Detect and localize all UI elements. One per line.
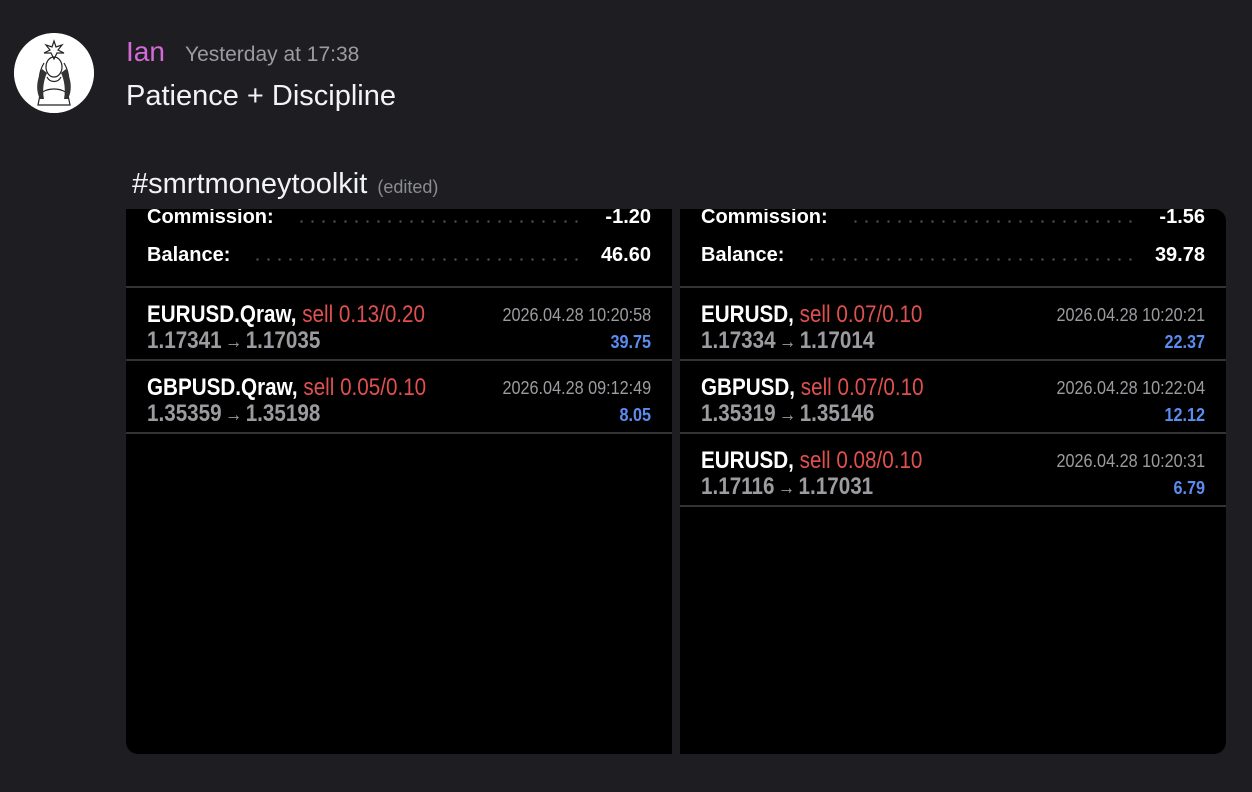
trade-symbol: EURUSD, <box>701 447 794 474</box>
trade-row: EURUSD, sell 0.07/0.10 1.17334 → 1.17014 2… <box>680 288 1226 361</box>
message-hashtag-line: #smrtmoneytoolkit (edited) <box>132 166 438 205</box>
dot-leader <box>252 257 579 261</box>
trade-prices: 1.35359 → 1.35198 <box>147 400 320 428</box>
message-author[interactable]: Ian <box>126 35 165 69</box>
trade-profit: 8.05 <box>619 405 651 425</box>
edited-marker: (edited) <box>377 177 439 197</box>
arrow-right-icon: → <box>777 477 796 499</box>
trade-profit: 12.12 <box>1164 405 1205 425</box>
trade-row: EURUSD, sell 0.08/0.10 1.17116 → 1.17031 2… <box>680 434 1226 507</box>
trade-row: GBPUSD.Qraw, sell 0.05/0.10 1.35359 → 1.35… <box>126 361 672 434</box>
commission-row: Commission: -1.20 <box>147 209 651 229</box>
commission-label: Commission: <box>147 209 274 228</box>
trade-row: GBPUSD, sell 0.07/0.10 1.35319 → 1.35146 2… <box>680 361 1226 434</box>
trade-prices: 1.17334 → 1.17014 <box>701 327 874 355</box>
hashtag-text: #smrtmoneytoolkit <box>132 168 368 200</box>
dot-leader <box>806 257 1133 261</box>
balance-label: Balance: <box>147 243 231 266</box>
trade-symbol: GBPUSD, <box>701 374 796 401</box>
balance-row: Balance: 46.60 <box>147 243 651 267</box>
trade-prices: 1.17116 → 1.17031 <box>701 473 873 501</box>
trade-profit: 39.75 <box>610 332 651 352</box>
trade-close-price: 1.17035 <box>245 327 321 354</box>
trade-open-price: 1.17334 <box>701 327 776 354</box>
trade-open-price: 1.17116 <box>701 473 775 500</box>
woman-portrait-avatar-icon <box>14 33 94 113</box>
message-timestamp[interactable]: Yesterday at 17:38 <box>185 42 359 68</box>
trade-datetime: 2026.04.28 09:12:49 <box>502 378 651 398</box>
trade-open-price: 1.35319 <box>701 400 776 427</box>
commission-value: -1.56 <box>1159 209 1205 228</box>
arrow-right-icon: → <box>779 404 797 426</box>
trade-symbol: GBPUSD.Qraw, <box>147 374 298 401</box>
trade-side: sell 0.05/0.10 <box>303 374 427 401</box>
trade-side: sell 0.07/0.10 <box>800 374 924 401</box>
arrow-right-icon: → <box>225 331 243 353</box>
balance-label: Balance: <box>701 243 785 266</box>
arrow-right-icon: → <box>779 331 797 353</box>
trade-title: EURUSD.Qraw, sell 0.13/0.20 <box>147 301 425 329</box>
trade-symbol: EURUSD.Qraw, <box>147 301 297 328</box>
trade-title: EURUSD, sell 0.08/0.10 <box>701 447 922 475</box>
trade-symbol: EURUSD, <box>701 301 794 328</box>
trade-datetime: 2026.04.28 10:20:21 <box>1056 305 1205 325</box>
attachment-image-2[interactable]: Commission: -1.56 Balance: 39.78 EURUSD,… <box>680 209 1226 754</box>
trade-close-price: 1.35198 <box>245 400 321 427</box>
trade-side: sell 0.08/0.10 <box>799 447 923 474</box>
attachment-image-1[interactable]: Commission: -1.20 Balance: 46.60 EURUSD.… <box>126 209 672 754</box>
trade-datetime: 2026.04.28 10:22:04 <box>1056 378 1205 398</box>
trade-prices: 1.17341 → 1.17035 <box>147 327 320 355</box>
trade-datetime: 2026.04.28 10:20:31 <box>1056 451 1205 471</box>
trade-side: sell 0.13/0.20 <box>302 301 426 328</box>
balance-row: Balance: 39.78 <box>701 243 1205 267</box>
trade-profit: 22.37 <box>1164 332 1205 352</box>
arrow-right-icon: → <box>225 404 243 426</box>
avatar[interactable] <box>14 33 94 113</box>
trade-datetime: 2026.04.28 10:20:58 <box>502 305 651 325</box>
trade-row: EURUSD.Qraw, sell 0.13/0.20 1.17341 → 1.17… <box>126 288 672 361</box>
trade-close-price: 1.17014 <box>799 327 875 354</box>
trade-prices: 1.35319 → 1.35146 <box>701 400 874 428</box>
trade-close-price: 1.35146 <box>799 400 875 427</box>
trade-profit: 6.79 <box>1173 478 1205 498</box>
dot-leader <box>295 219 584 223</box>
commission-row: Commission: -1.56 <box>701 209 1205 229</box>
trade-open-price: 1.17341 <box>147 327 222 354</box>
trade-title: EURUSD, sell 0.07/0.10 <box>701 301 922 329</box>
balance-value: 39.78 <box>1154 243 1205 266</box>
trade-title: GBPUSD.Qraw, sell 0.05/0.10 <box>147 374 426 402</box>
commission-label: Commission: <box>701 209 828 228</box>
commission-value: -1.20 <box>605 209 651 228</box>
dot-leader <box>849 219 1138 223</box>
trade-side: sell 0.07/0.10 <box>799 301 923 328</box>
trade-open-price: 1.35359 <box>147 400 222 427</box>
trade-close-price: 1.17031 <box>798 473 874 500</box>
message-text: Patience + Discipline <box>126 80 397 112</box>
balance-value: 46.60 <box>600 243 651 266</box>
trade-title: GBPUSD, sell 0.07/0.10 <box>701 374 924 402</box>
